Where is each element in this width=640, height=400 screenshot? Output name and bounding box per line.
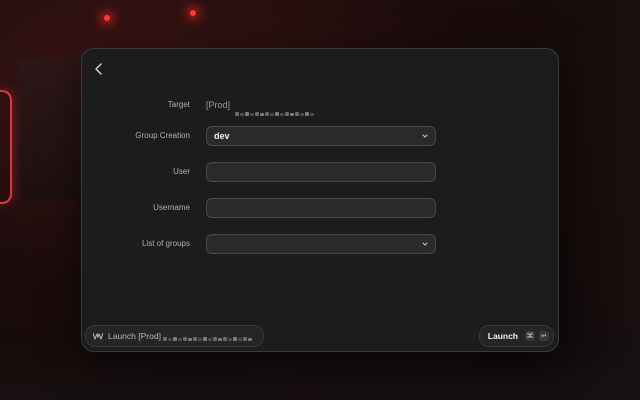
target-value-text: [Prod] [206,100,231,110]
chevron-down-icon [422,134,428,138]
launch-context-text: Launch [Prod] [108,331,253,341]
group-creation-label: Group Creation [135,131,190,140]
launch-dialog: Target [Prod] Group Creation dev User Us… [81,48,559,352]
list-of-groups-select[interactable] [206,234,436,254]
chevron-down-icon [422,242,428,246]
background-neon-light [0,90,12,204]
username-row: Username [82,197,558,219]
launch-button[interactable]: Launch ⌘ ↵ [478,325,554,347]
background-red-light [104,15,110,21]
background-shelf [18,60,78,200]
group-creation-row: Group Creation dev [82,125,558,147]
group-creation-select[interactable]: dev [206,126,436,146]
list-of-groups-row: List of groups [82,233,558,255]
user-input[interactable] [206,162,436,182]
launch-context[interactable]: Launch [Prod] [85,325,264,347]
username-input[interactable] [206,198,436,218]
background-red-light [190,10,196,16]
target-label: Target [167,100,190,109]
redacted-text [234,102,315,117]
chevron-left-icon [95,63,102,75]
username-label: Username [153,203,190,212]
list-of-groups-label: List of groups [141,239,190,248]
user-row: User [82,161,558,183]
launch-button-label: Launch [487,331,518,341]
launch-context-label: Launch [Prod] [108,331,161,341]
app-icon [93,332,103,340]
return-key-icon: ↵ [539,331,549,341]
group-creation-value: dev [214,131,230,141]
user-label: User [173,167,190,176]
target-row: Target [Prod] [82,94,558,117]
command-key-icon: ⌘ [525,331,535,341]
redacted-text [162,333,253,341]
target-value: [Prod] [206,94,315,117]
back-button[interactable] [92,61,106,77]
